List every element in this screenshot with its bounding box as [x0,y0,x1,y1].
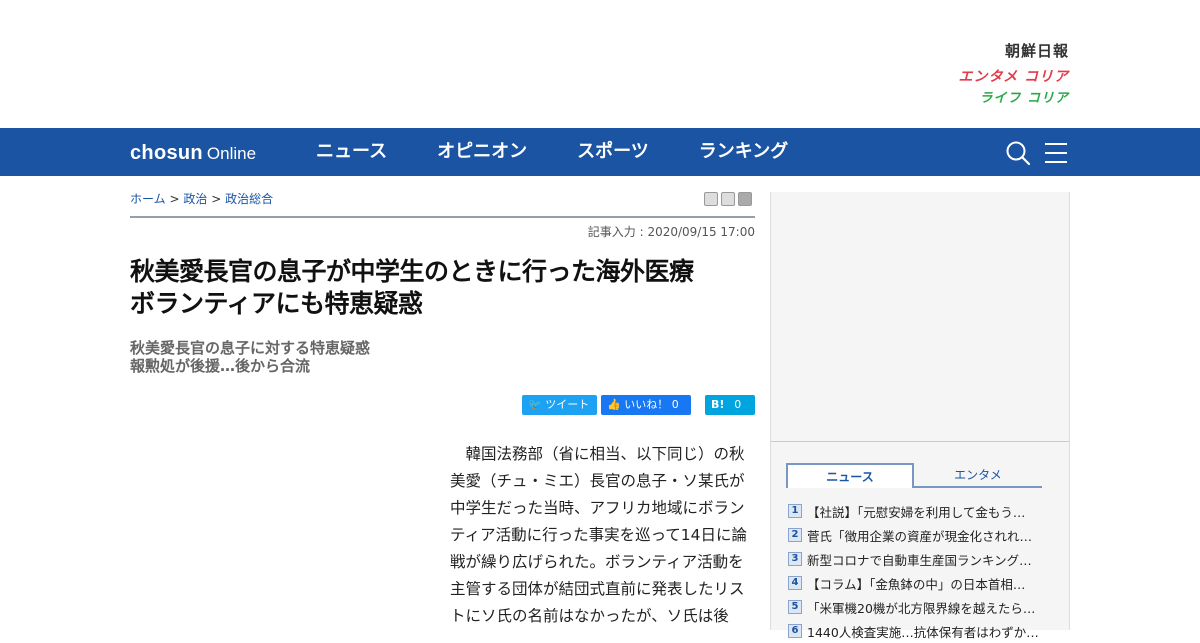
like-label: いいね！ [624,398,669,411]
subhead-line-2: 報勲処が後援…後から合流 [130,357,311,375]
article-dateline: 記事入力 : 2020/09/15 17:00 [587,225,755,239]
ranking-item[interactable]: 1 【社説】「元慰安婦を利用して金もう… [788,499,1050,523]
headline-line-1: 秋美愛長官の息子が中学生のときに行った海外医療 [130,257,694,286]
hatena-count: 0 [734,398,742,411]
ranking-item[interactable]: 6 1440人検査実施…抗体保有者はわずか… [788,619,1050,643]
chosun-ilbo-link[interactable]: 朝鮮日報 [929,44,1069,64]
hatena-label: B! [711,398,725,411]
sidebar: ニュース エンタメ 1 【社説】「元慰安婦を利用して金もう… 2 菅氏「徴用企業… [770,192,1070,640]
facebook-like-button[interactable]: 👍 いいね！ 0 [601,395,691,415]
brand-links: 朝鮮日報 エンタメ コリア ライフ コリア [929,44,1069,110]
ranking-item[interactable]: 4 【コラム】「金魚鉢の中」の日本首相… [788,571,1050,595]
print-icon[interactable] [704,192,718,206]
breadcrumb-politics-general[interactable]: 政治総合 [225,192,273,206]
rank-number: 1 [788,504,802,518]
article-body: 韓国法務部（省に相当、以下同じ）の秋美愛（チュ・ミエ）長官の息子・ソ某氏が中学生… [450,445,748,625]
rank-title: 1440人検査実施…抗体保有者はわずか… [807,624,1039,640]
nav-item-sports[interactable]: スポーツ [577,128,649,176]
breadcrumb-home[interactable]: ホーム [130,192,166,206]
nav-item-opinion[interactable]: オピニオン [437,128,527,176]
ranking-item[interactable]: 5 「米軍機20機が北方限界線を越えたら… [788,595,1050,619]
life-korea-link[interactable]: ライフ コリア [929,92,1069,110]
rank-number: 2 [788,528,802,542]
back-arrow-icon[interactable] [738,192,752,206]
rank-title: 新型コロナで自動車生産国ランキング… [807,552,1032,568]
rank-number: 6 [788,624,802,638]
like-count: 0 [671,398,679,411]
tweet-button[interactable]: 🐦 ツイート [522,395,597,415]
rank-title: 菅氏「徴用企業の資産が現金化されれ… [807,528,1033,544]
text-size-icon[interactable] [721,192,735,206]
article-headline: 秋美愛長官の息子が中学生のときに行った海外医療 ボランティアにも特恵疑惑 [130,256,755,320]
breadcrumb-separator: > [211,192,222,206]
hamburger-menu-icon[interactable] [1043,140,1069,166]
entame-korea-link[interactable]: エンタメ コリア [929,70,1069,92]
breadcrumb: ホーム > 政治 > 政治総合 [130,190,273,207]
rank-title: 「米軍機20機が北方限界線を越えたら… [807,600,1036,616]
article-subheadline: 秋美愛長官の息子に対する特恵疑惑 報勲処が後援…後から合流 [130,339,370,375]
ranking-item[interactable]: 2 菅氏「徴用企業の資産が現金化されれ… [788,523,1050,547]
site-logo[interactable]: chosun Online [130,140,256,166]
ranking-tabs: ニュース エンタメ [786,463,1042,489]
nav-menu: ニュース オピニオン スポーツ ランキング [316,128,838,176]
headline-line-2: ボランティアにも特恵疑惑 [130,289,423,318]
main-nav: chosun Online ニュース オピニオン スポーツ ランキング [0,128,1200,176]
rank-number: 3 [788,552,802,566]
ranking-item[interactable]: 3 新型コロナで自動車生産国ランキング… [788,547,1050,571]
hatena-bookmark-button[interactable]: B! 0 [705,395,755,415]
tweet-label: ツイート [545,398,590,411]
tab-news[interactable]: ニュース [786,463,914,488]
article-tools [704,192,752,206]
logo-sub-text: Online [206,144,257,163]
twitter-bird-icon: 🐦 [528,398,542,411]
logo-main-text: chosun [130,142,203,164]
thumbs-up-icon: 👍 [607,398,621,411]
rank-title: 【社説】「元慰安婦を利用して金もう… [807,504,1026,520]
search-icon[interactable] [1005,140,1031,166]
breadcrumb-politics[interactable]: 政治 [183,192,207,206]
rank-number: 5 [788,600,802,614]
ranking-list: 1 【社説】「元慰安婦を利用して金もう… 2 菅氏「徴用企業の資産が現金化されれ… [788,499,1050,643]
breadcrumb-separator: > [169,192,180,206]
nav-item-ranking[interactable]: ランキング [699,128,788,176]
rank-number: 4 [788,576,802,590]
tab-entame[interactable]: エンタメ [914,463,1042,488]
subhead-line-1: 秋美愛長官の息子に対する特恵疑惑 [130,339,371,357]
nav-item-news[interactable]: ニュース [316,128,387,176]
rank-title: 【コラム】「金魚鉢の中」の日本首相… [807,576,1026,592]
header-divider [130,216,755,218]
ad-slot [771,192,1069,442]
top-brand-bar: 朝鮮日報 エンタメ コリア ライフ コリア [0,0,1200,128]
